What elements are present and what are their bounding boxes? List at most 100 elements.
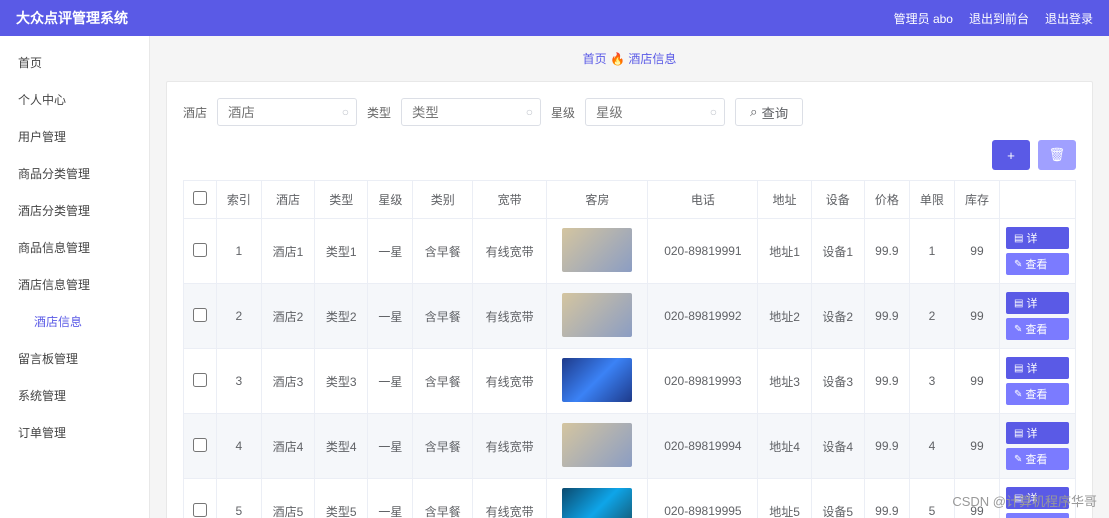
cell-idx: 4: [216, 414, 261, 479]
column-header: 库存: [954, 181, 999, 219]
row-checkbox[interactable]: [193, 438, 207, 452]
header-logout[interactable]: 退出登录: [1045, 10, 1093, 27]
delete-button[interactable]: 🗑: [1038, 140, 1076, 170]
cell-dev: 设备4: [811, 414, 864, 479]
cell-price: 99.9: [864, 414, 909, 479]
filter-type-input[interactable]: [401, 98, 541, 126]
sidebar-item-6[interactable]: 酒店信息管理: [0, 266, 149, 303]
detail-button[interactable]: ▤详: [1006, 292, 1069, 314]
filter-star-input[interactable]: [585, 98, 725, 126]
filters: 酒店 ○ 类型 ○ 星级 ○ ⌕ 查询: [183, 98, 1076, 126]
filter-star-label: 星级: [551, 104, 575, 121]
sidebar-item-after-2[interactable]: 订单管理: [0, 414, 149, 451]
edit-icon: ✎: [1014, 324, 1022, 335]
view-button[interactable]: ✎查看: [1006, 448, 1069, 470]
view-button[interactable]: ✎查看: [1006, 318, 1069, 340]
search-icon: ○: [710, 105, 717, 119]
column-header: 索引: [216, 181, 261, 219]
cell-hotel: 酒店2: [261, 284, 314, 349]
sidebar-sub-hotel-info[interactable]: 酒店信息: [0, 303, 149, 340]
sidebar-item-4[interactable]: 酒店分类管理: [0, 192, 149, 229]
room-image: [562, 293, 632, 337]
sidebar-item-1[interactable]: 个人中心: [0, 81, 149, 118]
sidebar-item-after-1[interactable]: 系统管理: [0, 377, 149, 414]
cell-limit: 1: [909, 219, 954, 284]
column-header: 星级: [368, 181, 413, 219]
select-all-checkbox[interactable]: [193, 191, 207, 205]
header-right: 管理员 abo 退出到前台 退出登录: [894, 10, 1093, 27]
doc-icon: ▤: [1014, 298, 1023, 309]
cell-dev: 设备2: [811, 284, 864, 349]
column-header: [1000, 181, 1076, 219]
room-image: [562, 423, 632, 467]
cell-star: 一星: [368, 479, 413, 518]
cell-cat: 含早餐: [413, 479, 473, 518]
cell-star: 一星: [368, 284, 413, 349]
doc-icon: ▤: [1014, 233, 1023, 244]
edit-icon: ✎: [1014, 454, 1022, 465]
column-header: 价格: [864, 181, 909, 219]
cell-star: 一星: [368, 414, 413, 479]
cell-net: 有线宽带: [473, 414, 547, 479]
cell-addr: 地址5: [758, 479, 811, 518]
room-image: [562, 488, 632, 518]
header-tofront[interactable]: 退出到前台: [969, 10, 1029, 27]
table-row: 2酒店2类型2一星含早餐有线宽带020-89819992地址2设备299.929…: [184, 284, 1076, 349]
cell-hotel: 酒店1: [261, 219, 314, 284]
sidebar-item-0[interactable]: 首页: [0, 44, 149, 81]
cell-tel: 020-89819992: [648, 284, 758, 349]
cell-addr: 地址3: [758, 349, 811, 414]
add-button[interactable]: +: [992, 140, 1030, 170]
table-row: 4酒店4类型4一星含早餐有线宽带020-89819994地址4设备499.949…: [184, 414, 1076, 479]
cell-price: 99.9: [864, 479, 909, 518]
filter-hotel-input[interactable]: [217, 98, 357, 126]
plus-icon: +: [1007, 148, 1015, 163]
breadcrumb-home[interactable]: 首页: [583, 52, 607, 66]
column-header: 客房: [547, 181, 648, 219]
data-table: 索引酒店类型星级类别宽带客房电话地址设备价格单限库存 1酒店1类型1一星含早餐有…: [183, 180, 1076, 518]
cell-net: 有线宽带: [473, 284, 547, 349]
cell-net: 有线宽带: [473, 349, 547, 414]
cell-cat: 含早餐: [413, 219, 473, 284]
column-header: 设备: [811, 181, 864, 219]
cell-limit: 5: [909, 479, 954, 518]
column-header: 地址: [758, 181, 811, 219]
detail-button[interactable]: ▤详: [1006, 422, 1069, 444]
row-checkbox[interactable]: [193, 503, 207, 517]
cell-hotel: 酒店3: [261, 349, 314, 414]
search-icon: ○: [526, 105, 533, 119]
column-header: 宽带: [473, 181, 547, 219]
search-button[interactable]: ⌕ 查询: [735, 98, 803, 126]
sidebar-item-3[interactable]: 商品分类管理: [0, 155, 149, 192]
detail-button[interactable]: ▤详: [1006, 487, 1069, 509]
sidebar-item-after-0[interactable]: 留言板管理: [0, 340, 149, 377]
cell-limit: 2: [909, 284, 954, 349]
cell-idx: 1: [216, 219, 261, 284]
sidebar: 首页个人中心用户管理商品分类管理酒店分类管理商品信息管理酒店信息管理 酒店信息 …: [0, 36, 150, 518]
column-header: 类别: [413, 181, 473, 219]
column-header: 类型: [315, 181, 368, 219]
sidebar-item-5[interactable]: 商品信息管理: [0, 229, 149, 266]
detail-button[interactable]: ▤详: [1006, 357, 1069, 379]
cell-tel: 020-89819991: [648, 219, 758, 284]
row-checkbox[interactable]: [193, 243, 207, 257]
row-checkbox[interactable]: [193, 373, 207, 387]
cell-cat: 含早餐: [413, 284, 473, 349]
sidebar-item-2[interactable]: 用户管理: [0, 118, 149, 155]
cell-idx: 5: [216, 479, 261, 518]
header-user[interactable]: 管理员 abo: [894, 10, 953, 27]
view-button[interactable]: ✎查看: [1006, 383, 1069, 405]
table-row: 1酒店1类型1一星含早餐有线宽带020-89819991地址1设备199.919…: [184, 219, 1076, 284]
column-header: 电话: [648, 181, 758, 219]
view-button[interactable]: ✎查看: [1006, 513, 1069, 518]
row-checkbox[interactable]: [193, 308, 207, 322]
cell-price: 99.9: [864, 219, 909, 284]
cell-hotel: 酒店5: [261, 479, 314, 518]
cell-dev: 设备5: [811, 479, 864, 518]
view-button[interactable]: ✎查看: [1006, 253, 1069, 275]
search-icon: ○: [342, 105, 349, 119]
filter-type-label: 类型: [367, 104, 391, 121]
cell-net: 有线宽带: [473, 219, 547, 284]
cell-stock: 99: [954, 284, 999, 349]
detail-button[interactable]: ▤详: [1006, 227, 1069, 249]
